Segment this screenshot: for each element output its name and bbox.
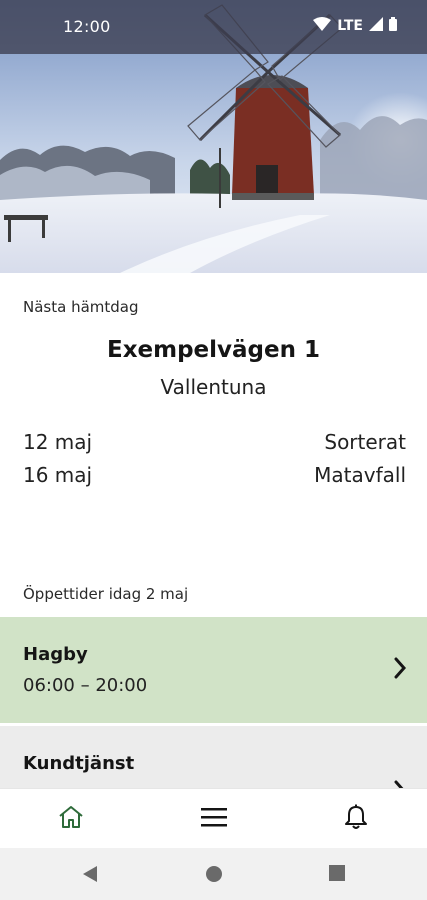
home-circle-icon[interactable] (205, 865, 223, 887)
city-name: Vallentuna (160, 375, 267, 399)
station-card-hagby[interactable]: Hagby 06:00 – 20:00 (0, 617, 427, 723)
station-name: Kundtjänst (23, 753, 135, 774)
chevron-right-icon (393, 657, 407, 683)
opening-hours-label: Öppettider idag 2 maj (23, 585, 189, 603)
station-name: Hagby (23, 644, 88, 665)
back-icon[interactable] (82, 865, 98, 887)
network-type: LTE (337, 17, 363, 34)
menu-icon (200, 806, 228, 832)
pickup-type: Matavfall (314, 463, 406, 487)
status-time: 12:00 (63, 17, 111, 36)
recent-apps-icon[interactable] (329, 865, 345, 885)
battery-icon (389, 16, 397, 35)
nav-home-button[interactable] (53, 803, 89, 835)
bell-icon (344, 804, 368, 834)
nav-notifications-button[interactable] (338, 803, 374, 835)
status-icons: LTE (313, 16, 397, 35)
home-icon (58, 805, 84, 833)
bottom-navigation (0, 788, 427, 848)
signal-icon (369, 16, 383, 35)
pickup-row: 12 maj Sorterat (23, 430, 406, 454)
station-hours: 06:00 – 20:00 (23, 675, 148, 696)
pickup-date: 16 maj (23, 463, 93, 487)
wifi-icon (313, 16, 332, 35)
station-card-kundtjanst[interactable]: Kundtjänst (0, 726, 427, 790)
system-navigation-bar (0, 848, 427, 900)
address-title: Exempelvägen 1 (106, 337, 321, 363)
status-bar: 12:00 LTE (0, 0, 427, 54)
next-pickup-label: Nästa hämtdag (23, 298, 139, 316)
nav-menu-button[interactable] (196, 803, 232, 835)
pickup-type: Sorterat (324, 430, 406, 454)
pickup-date: 12 maj (23, 430, 93, 454)
pickup-row: 16 maj Matavfall (23, 463, 406, 487)
